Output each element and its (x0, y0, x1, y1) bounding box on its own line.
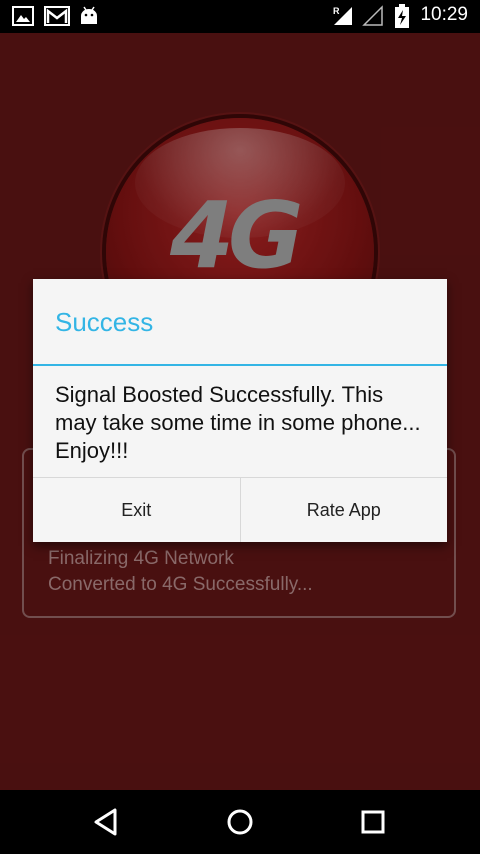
back-icon[interactable] (89, 804, 125, 840)
success-dialog: Success Signal Boosted Successfully. Thi… (33, 279, 447, 542)
signal-roaming-icon: R (333, 6, 352, 25)
android-icon (81, 6, 97, 24)
exit-button[interactable]: Exit (33, 478, 240, 542)
dialog-message: Signal Boosted Successfully. This may ta… (55, 382, 421, 463)
gmail-icon (44, 6, 70, 26)
dialog-button-bar: Exit Rate App (33, 477, 447, 542)
screen: R 10:29 4G Finalizing 4G Network Convert… (0, 0, 480, 854)
svg-text:R: R (333, 6, 340, 16)
signal-empty-icon (362, 5, 383, 26)
rate-app-button[interactable]: Rate App (239, 478, 448, 542)
navigation-bar (0, 790, 480, 854)
dialog-divider (33, 364, 447, 366)
status-bar: R 10:29 (0, 0, 480, 33)
dialog-title: Success (55, 307, 154, 337)
image-icon (12, 6, 34, 26)
battery-charging-icon (395, 4, 409, 28)
recents-icon[interactable] (355, 804, 391, 840)
home-icon[interactable] (222, 804, 258, 840)
status-clock: 10:29 (420, 4, 468, 25)
